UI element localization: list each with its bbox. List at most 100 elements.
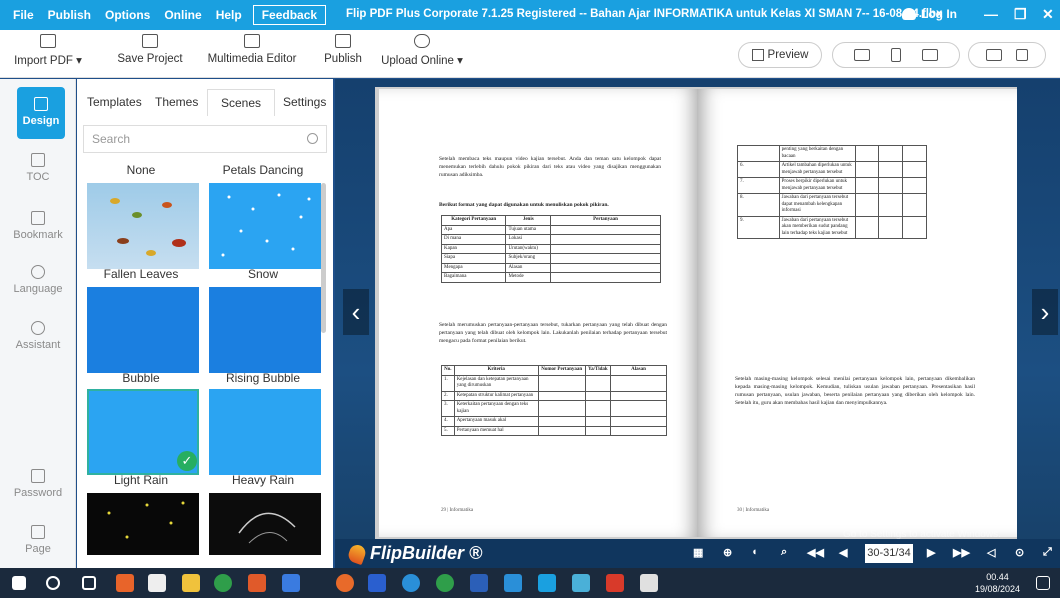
multimedia-editor-button[interactable]: Multimedia Editor bbox=[204, 34, 300, 65]
app-icon[interactable] bbox=[640, 574, 658, 592]
tablet-view-icon[interactable] bbox=[922, 49, 939, 61]
windows-start-icon[interactable] bbox=[12, 576, 26, 590]
chrome-icon[interactable] bbox=[436, 574, 454, 592]
nav-page[interactable]: Page bbox=[0, 525, 76, 555]
publish-button[interactable]: Publish bbox=[318, 34, 368, 65]
cloud-upload-icon bbox=[414, 34, 430, 48]
first-page-icon[interactable]: ◀◀ bbox=[807, 546, 824, 559]
table-row: Kapan Urutan(waktu) bbox=[440, 243, 661, 254]
flame-icon bbox=[346, 542, 368, 565]
fullscreen-icon[interactable]: ⤢ bbox=[1043, 546, 1052, 559]
right-para: Setelah masing-masing kelompok selesai m… bbox=[735, 376, 975, 406]
telegram-icon[interactable] bbox=[402, 574, 420, 592]
scene-thumb-fallen-leaves[interactable] bbox=[87, 287, 199, 373]
sound-icon[interactable]: ◖ bbox=[751, 546, 758, 558]
firefox-icon[interactable] bbox=[116, 574, 134, 592]
import-pdf-button[interactable]: Import PDF ▾ bbox=[10, 34, 86, 67]
table-row: Mengapa Alasan bbox=[440, 262, 661, 273]
table-row: 9. Jawaban dari pertanyaan tersebut akan … bbox=[737, 215, 927, 239]
upload-online-button[interactable]: Upload Online ▾ bbox=[380, 34, 464, 67]
zoom-in-icon[interactable]: ⊕ bbox=[723, 546, 732, 559]
table-row: Bagaimana Metode bbox=[440, 272, 661, 283]
table-row: Siapa Subjek/orang bbox=[440, 253, 661, 264]
nav-bookmark[interactable]: Bookmark bbox=[0, 211, 76, 241]
swirl-illustration bbox=[238, 512, 296, 544]
task-view-icon[interactable] bbox=[82, 576, 96, 590]
menu-file[interactable]: File bbox=[6, 8, 41, 22]
chrome-icon[interactable] bbox=[214, 574, 232, 592]
phone-view-icon[interactable] bbox=[890, 48, 901, 62]
scene-thumb-heavy-rain[interactable] bbox=[209, 493, 321, 555]
flipbuilder-taskbar-icon[interactable] bbox=[538, 574, 556, 592]
single-page-icon[interactable] bbox=[1016, 49, 1028, 61]
scene-thumb-rising-bubble[interactable] bbox=[209, 389, 321, 475]
store-icon[interactable] bbox=[148, 574, 166, 592]
tab-settings[interactable]: Settings bbox=[283, 95, 326, 109]
table-row: 7. Proses berpikir diperlukan untuk menja… bbox=[737, 177, 927, 194]
page-number-input[interactable]: 30-31/34 bbox=[865, 544, 913, 563]
table-row: 8. Jawaban dari pertanyaan tersebut dapat… bbox=[737, 193, 927, 217]
app-icon[interactable] bbox=[572, 574, 590, 592]
close-button[interactable]: ✕ bbox=[1042, 6, 1054, 23]
tab-themes[interactable]: Themes bbox=[155, 95, 198, 109]
share-icon[interactable]: ◁ bbox=[987, 546, 995, 559]
login-button[interactable]: Log In bbox=[902, 7, 957, 21]
menu-help[interactable]: Help bbox=[209, 8, 249, 22]
book-page-left[interactable]: Setelah membaca teks maupun video kajian… bbox=[379, 89, 699, 537]
right-page-footer: 30 | Informatika bbox=[737, 508, 770, 513]
nav-assistant[interactable]: Assistant bbox=[0, 321, 76, 351]
tab-scenes[interactable]: Scenes bbox=[207, 89, 276, 116]
feedback-button[interactable]: Feedback bbox=[252, 5, 327, 25]
next-page-button[interactable]: › bbox=[1032, 289, 1058, 335]
search-icon[interactable] bbox=[46, 576, 60, 590]
restore-button[interactable]: ❐ bbox=[1014, 6, 1027, 23]
scene-search-input[interactable]: Search bbox=[83, 125, 327, 153]
nav-password[interactable]: Password bbox=[0, 469, 76, 499]
prev-page-icon[interactable]: ◀ bbox=[839, 546, 847, 559]
minimize-button[interactable]: — bbox=[984, 6, 998, 22]
window-title: Flip PDF Plus Corporate 7.1.25 Registere… bbox=[346, 8, 943, 20]
notifications-icon[interactable] bbox=[1036, 576, 1050, 590]
search-icon[interactable]: ⌕ bbox=[781, 546, 787, 559]
nav-toc[interactable]: TOC bbox=[0, 153, 76, 183]
menu-options[interactable]: Options bbox=[98, 8, 157, 22]
table-row: penting yang berkaitan dengan bacaan bbox=[737, 145, 927, 162]
fireflies-illustration bbox=[107, 501, 185, 539]
clock-date: 19/08/2024 bbox=[975, 584, 1021, 594]
scene-thumb-bubble[interactable]: ✓ bbox=[87, 389, 199, 475]
scene-thumb-snow[interactable] bbox=[209, 287, 321, 373]
menu-publish[interactable]: Publish bbox=[41, 8, 98, 22]
thumbnails-icon[interactable]: ▦ bbox=[693, 546, 703, 559]
prev-page-button[interactable]: ‹ bbox=[343, 289, 369, 335]
next-page-icon[interactable]: ▶ bbox=[927, 546, 935, 559]
scene-thumb-none[interactable] bbox=[87, 183, 199, 269]
app-icon[interactable] bbox=[336, 574, 354, 592]
nav-language[interactable]: Language bbox=[0, 265, 76, 295]
scene-thumb-petals-dancing[interactable] bbox=[209, 183, 321, 269]
menu-online[interactable]: Online bbox=[157, 8, 208, 22]
double-page-icon[interactable] bbox=[986, 49, 1002, 61]
system-clock[interactable]: 00.44 19/08/2024 bbox=[975, 571, 1020, 595]
desktop-view-icon[interactable] bbox=[853, 49, 870, 61]
photoshop-icon[interactable] bbox=[368, 574, 386, 592]
import-icon bbox=[40, 34, 56, 48]
last-page-icon[interactable]: ▶▶ bbox=[953, 546, 970, 559]
save-project-button[interactable]: Save Project bbox=[110, 34, 190, 65]
word-icon[interactable] bbox=[470, 574, 488, 592]
panel-scrollbar[interactable] bbox=[321, 183, 326, 333]
more-options-icon[interactable]: ⊙ bbox=[1015, 546, 1024, 559]
flipbuilder-logo: FlipBuilder ® bbox=[346, 542, 482, 565]
edge-icon[interactable] bbox=[504, 574, 522, 592]
book-page-right[interactable]: penting yang berkaitan dengan bacaan 6. A… bbox=[697, 89, 1017, 537]
tab-templates[interactable]: Templates bbox=[87, 95, 142, 109]
app-icon[interactable] bbox=[282, 574, 300, 592]
table-row: Di mana Lokasi bbox=[440, 234, 661, 245]
app-icon[interactable] bbox=[606, 574, 624, 592]
scene-thumb-light-rain[interactable] bbox=[87, 493, 199, 555]
vlc-icon[interactable] bbox=[248, 574, 266, 592]
nav-design[interactable]: Design bbox=[17, 87, 65, 139]
preview-button[interactable]: Preview bbox=[738, 42, 822, 68]
scene-label-petals: Petals Dancing bbox=[222, 163, 304, 177]
file-explorer-icon[interactable] bbox=[182, 574, 200, 592]
table-row: 2. Ketepatan struktur kalimat pertanyaan bbox=[441, 390, 667, 401]
